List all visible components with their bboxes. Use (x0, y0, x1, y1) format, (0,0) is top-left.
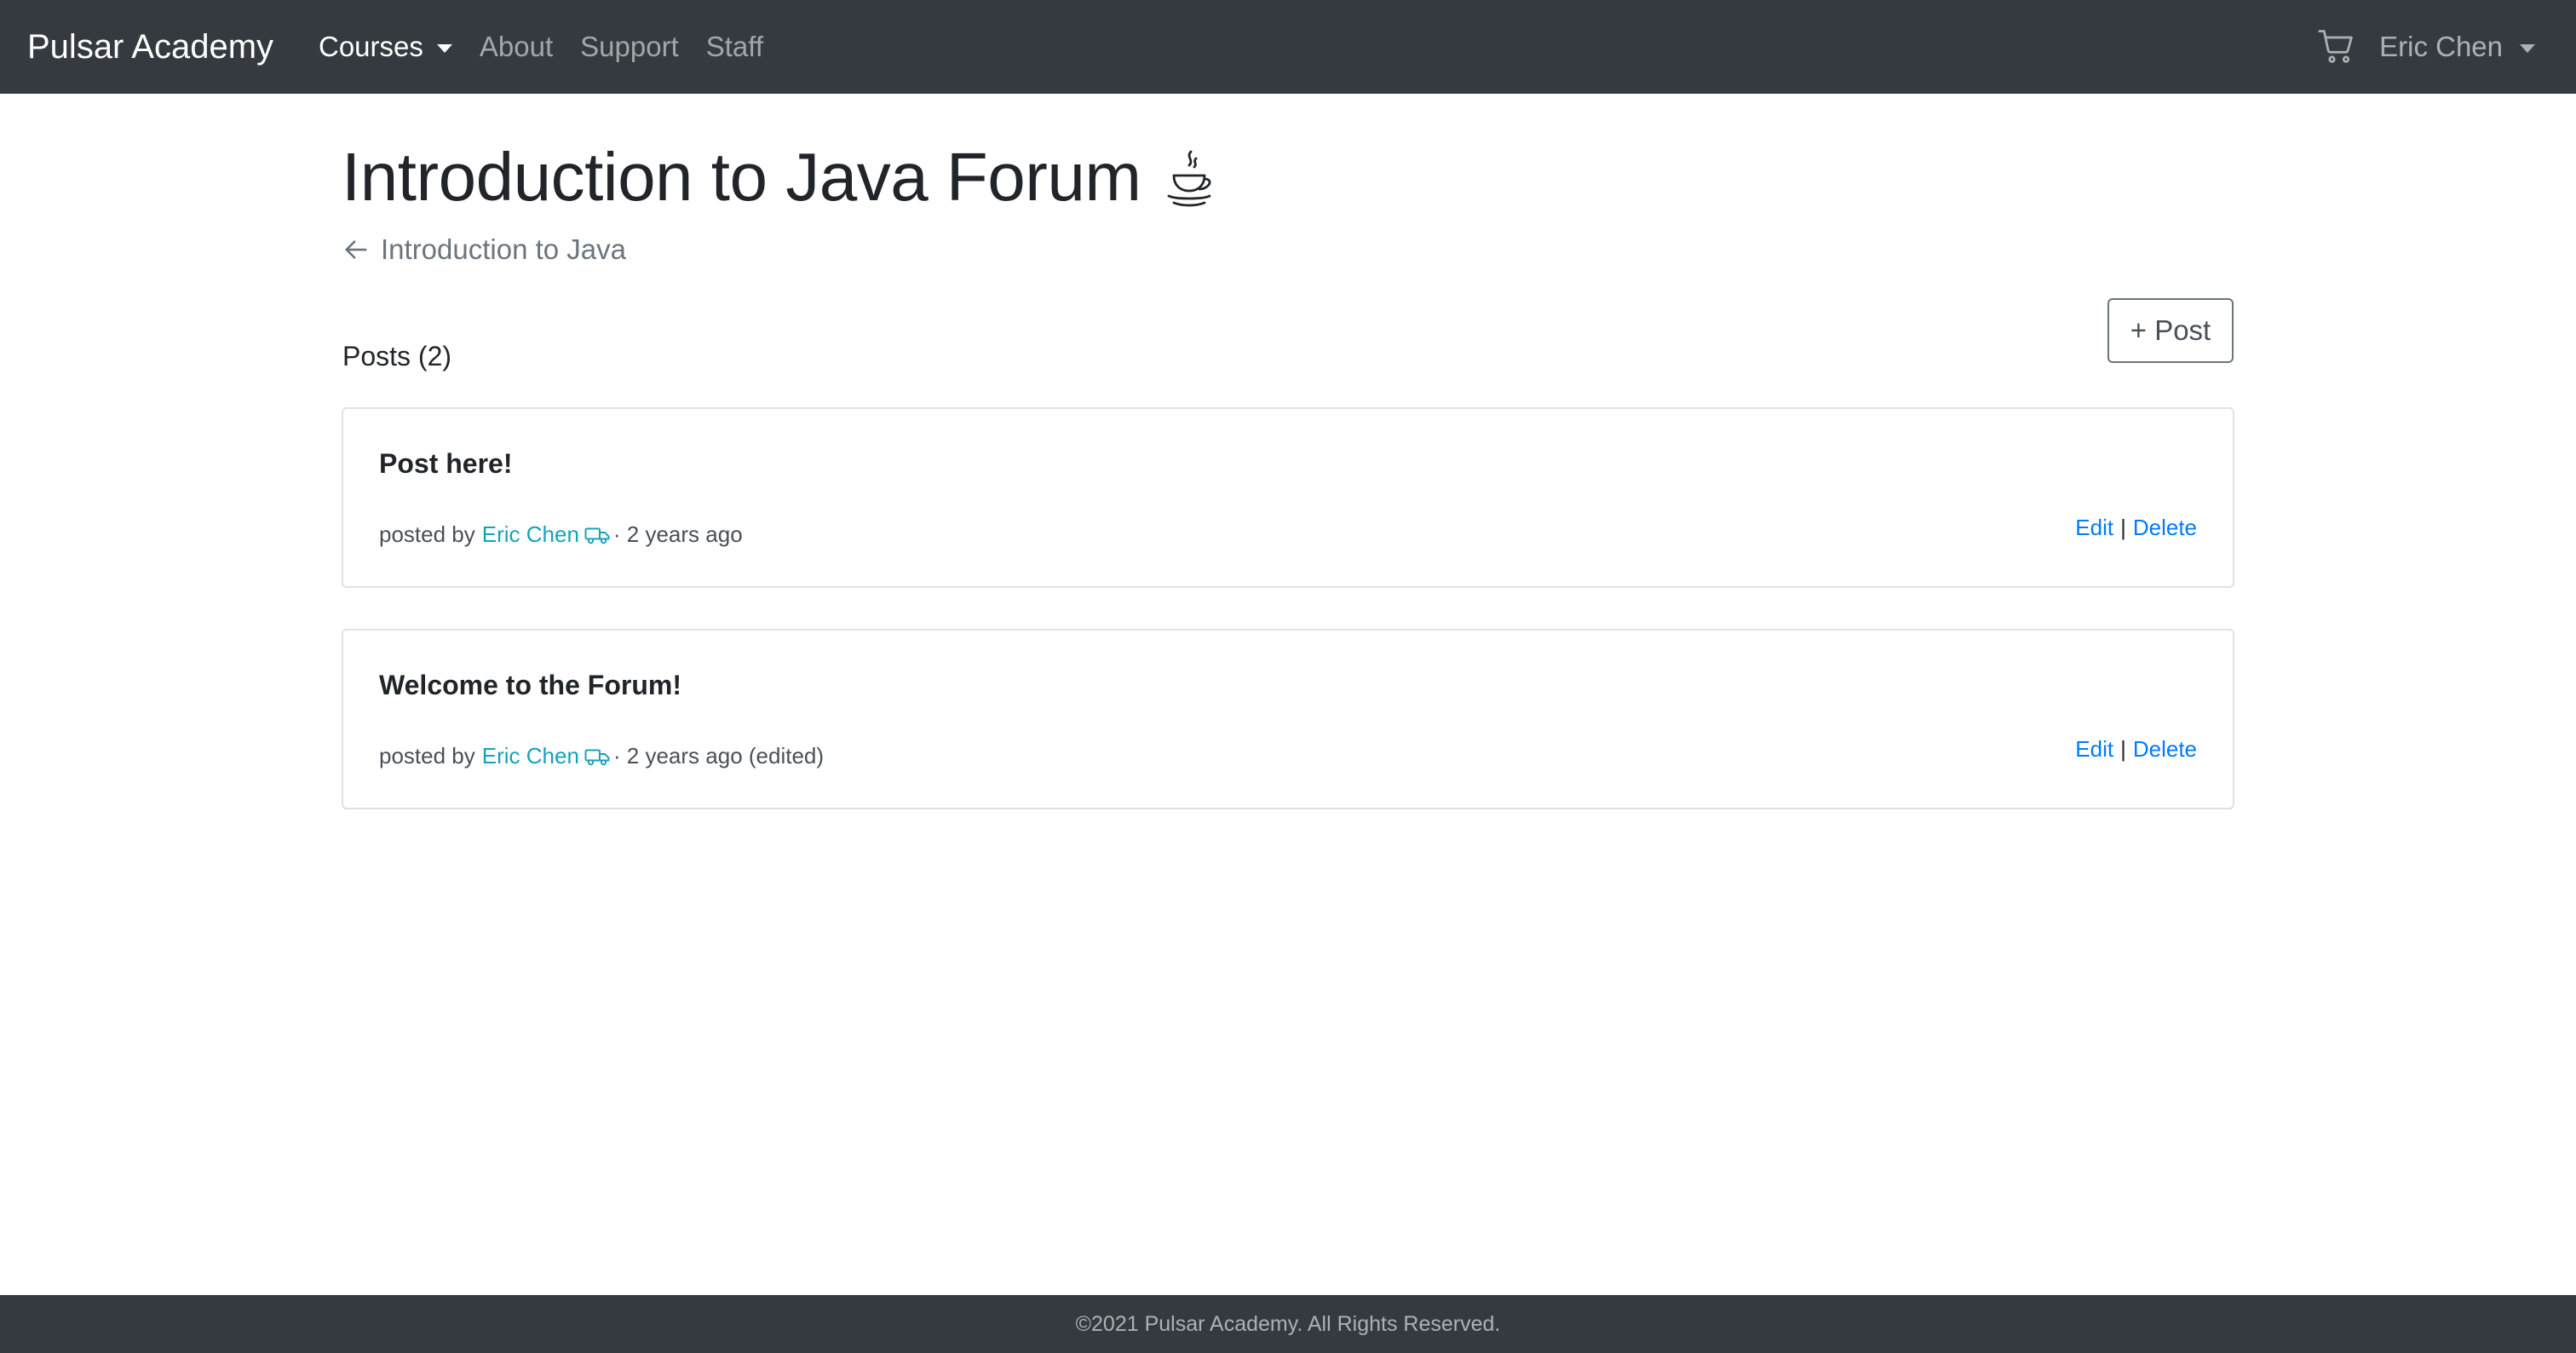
post-actions: Edit | Delete (2075, 736, 2197, 763)
post-meta: posted by Eric Chen · 2 years ago (edite… (379, 743, 824, 769)
edit-post-link[interactable]: Edit (2075, 736, 2113, 763)
user-menu-toggle[interactable]: Eric Chen (2379, 31, 2535, 63)
delete-post-link[interactable]: Delete (2133, 515, 2197, 541)
posted-by-label: posted by (379, 743, 475, 769)
footer-copyright: ©2021 Pulsar Academy. All Rights Reserve… (1075, 1311, 1501, 1336)
post-time: · 2 years ago (612, 521, 743, 547)
nav-item-courses-label: Courses (319, 31, 423, 62)
post-card[interactable]: Post here! posted by Eric Chen · 2 years… (342, 407, 2234, 588)
new-post-button[interactable]: + Post (2107, 298, 2234, 363)
post-actions: Edit | Delete (2075, 515, 2197, 541)
nav-item-support[interactable]: Support (580, 31, 679, 63)
page-title: Introduction to Java Forum (342, 139, 1141, 215)
arrow-left-icon (343, 237, 369, 262)
brand-logo[interactable]: Pulsar Academy (27, 0, 273, 94)
action-separator: | (2120, 736, 2126, 762)
chevron-down-icon (436, 44, 452, 53)
java-coffee-cup-icon (1164, 148, 1215, 210)
nav-item-about[interactable]: About (480, 31, 553, 63)
shopping-cart-icon[interactable] (2318, 28, 2355, 66)
post-time: · 2 years ago (edited) (612, 743, 825, 769)
nav-item-staff[interactable]: Staff (706, 31, 763, 63)
author-link[interactable]: Eric Chen (482, 743, 579, 769)
page-title-row: Introduction to Java Forum (342, 138, 1215, 216)
top-navbar: Pulsar Academy Courses About Support Sta… (0, 0, 2576, 94)
truck-icon (584, 746, 610, 767)
page-footer: ©2021 Pulsar Academy. All Rights Reserve… (0, 1295, 2576, 1353)
nav-links: Courses About Support Staff (319, 0, 763, 94)
nav-item-courses[interactable]: Courses (319, 31, 452, 63)
chevron-down-icon (2520, 44, 2535, 53)
user-name: Eric Chen (2379, 31, 2503, 62)
post-title[interactable]: Welcome to the Forum! (379, 670, 681, 701)
truck-icon (584, 525, 610, 545)
posts-count-heading: Posts (2) (342, 341, 452, 371)
back-to-course-link[interactable]: Introduction to Java (343, 233, 626, 266)
back-link-label: Introduction to Java (381, 233, 627, 265)
post-card[interactable]: Welcome to the Forum! posted by Eric Che… (342, 629, 2234, 809)
post-title[interactable]: Post here! (379, 448, 512, 480)
delete-post-link[interactable]: Delete (2133, 736, 2197, 763)
posted-by-label: posted by (379, 521, 475, 547)
edit-post-link[interactable]: Edit (2075, 515, 2113, 541)
post-meta: posted by Eric Chen · 2 years ago (379, 521, 743, 548)
action-separator: | (2120, 515, 2126, 540)
author-link[interactable]: Eric Chen (482, 521, 579, 548)
nav-right: Eric Chen (2318, 0, 2535, 94)
